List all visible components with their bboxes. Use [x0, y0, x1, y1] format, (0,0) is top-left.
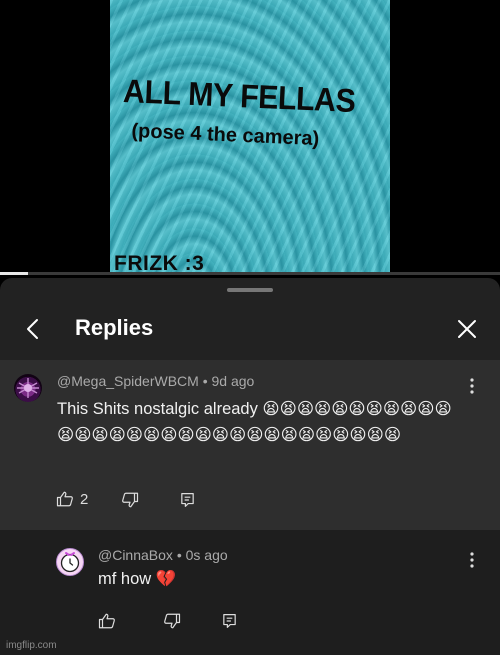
cinnabox-avatar-icon [60, 552, 80, 573]
chevron-left-icon [27, 319, 38, 339]
reply-text: mf how 💔 [98, 570, 177, 588]
panel-title: Replies [75, 315, 154, 340]
reply-comment: @CinnaBox • 0s ago mf how 💔 [0, 530, 500, 655]
dislike-button[interactable] [121, 491, 139, 509]
drag-handle[interactable] [227, 288, 273, 292]
reply-icon [181, 493, 194, 507]
meta-separator: • [176, 547, 186, 563]
replies-panel: Replies @Mega_SpiderWBCM • 9d ago This S… [0, 278, 500, 655]
panel-header: Replies [0, 302, 500, 358]
more-vertical-icon [470, 378, 474, 394]
reply-icon [223, 614, 236, 628]
like-button[interactable] [98, 612, 116, 630]
meme-title: ALL MY FELLAS [122, 72, 357, 120]
video-progress-fill [0, 272, 28, 275]
more-vertical-icon [470, 552, 474, 568]
meme-subtitle: (pose 4 the camera) [131, 120, 320, 151]
video-thumbnail[interactable]: ALL MY FELLAS (pose 4 the camera) FRIZK … [110, 0, 390, 275]
reply-author[interactable]: @CinnaBox [98, 547, 173, 563]
meme-credit: FRIZK :3 [114, 252, 205, 275]
watermark: imgflip.com [6, 640, 57, 651]
comment-author[interactable]: @Mega_SpiderWBCM [57, 373, 199, 389]
back-button[interactable] [18, 314, 48, 344]
thumbs-up-icon [98, 613, 115, 629]
parent-comment: @Mega_SpiderWBCM • 9d ago This Shits nos… [0, 360, 500, 530]
reply-time: 0s ago [185, 547, 228, 563]
comment-text: This Shits nostalgic already 😫😫😫😫😫😫😫😫😫😫😫… [57, 400, 452, 444]
avatar[interactable] [14, 374, 42, 402]
close-button[interactable] [452, 314, 482, 344]
more-button[interactable] [464, 376, 480, 396]
reply-meta: @CinnaBox • 0s ago [98, 547, 228, 563]
like-button[interactable]: 2 [56, 490, 88, 508]
thumbs-up-icon [56, 491, 73, 507]
comment-meta: @Mega_SpiderWBCM • 9d ago [57, 373, 254, 389]
video-progress-bar[interactable] [0, 272, 500, 275]
video-player[interactable]: ALL MY FELLAS (pose 4 the camera) FRIZK … [0, 0, 500, 275]
thumbs-down-icon [122, 492, 139, 508]
more-button[interactable] [464, 550, 480, 570]
thumbs-down-icon [164, 613, 181, 629]
dislike-button[interactable] [163, 612, 181, 630]
reply-button[interactable] [221, 612, 238, 630]
meta-separator: • [202, 373, 212, 389]
comment-time: 9d ago [211, 373, 255, 389]
close-icon [458, 320, 476, 338]
reply-button[interactable] [179, 491, 196, 509]
like-count: 2 [80, 490, 89, 508]
spider-avatar-icon [17, 378, 39, 398]
avatar[interactable] [56, 548, 84, 576]
